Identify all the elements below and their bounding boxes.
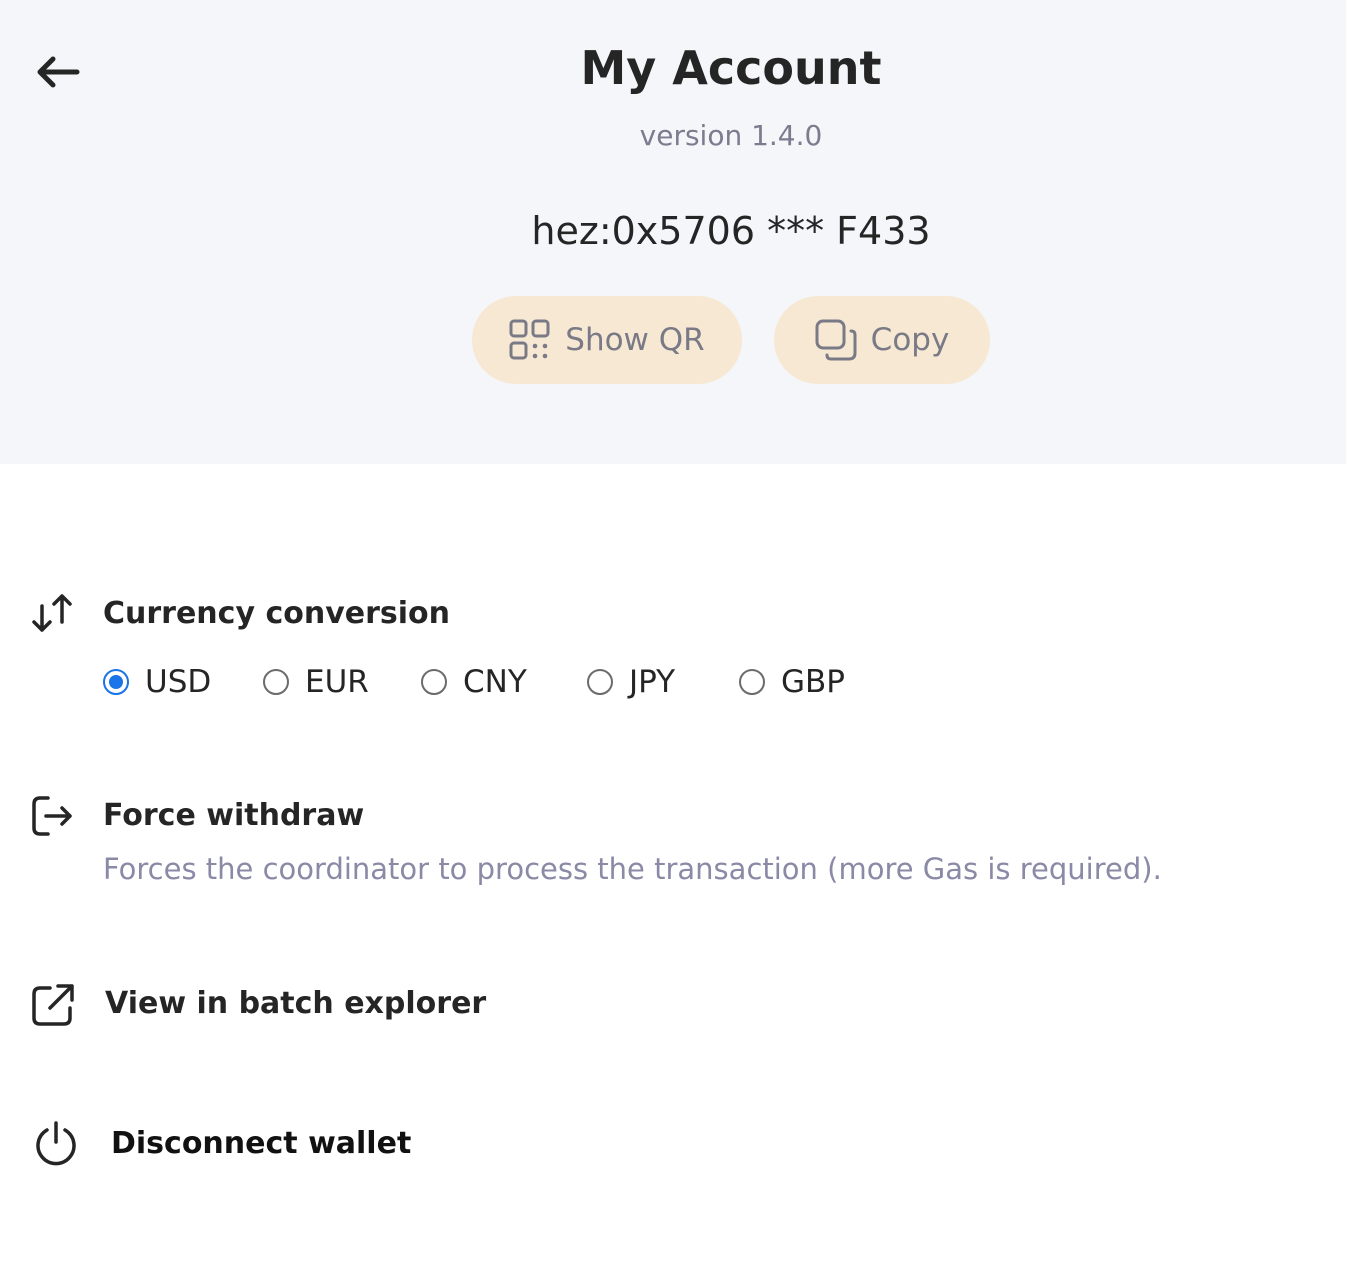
show-qr-label: Show QR bbox=[565, 322, 705, 358]
radio-jpy[interactable] bbox=[587, 669, 613, 695]
swap-arrows-icon bbox=[30, 592, 74, 636]
show-qr-button[interactable]: Show QR bbox=[472, 296, 742, 384]
currency-label-usd: USD bbox=[145, 664, 212, 700]
currency-label-eur: EUR bbox=[305, 664, 369, 700]
app-version: version 1.4.0 bbox=[639, 119, 823, 152]
view-batch-explorer-link[interactable]: View in batch explorer bbox=[105, 984, 486, 1024]
radio-eur[interactable] bbox=[263, 669, 289, 695]
qr-code-icon bbox=[509, 319, 550, 360]
currency-label-jpy: JPY bbox=[629, 664, 676, 700]
currency-option-cny[interactable]: CNY bbox=[421, 660, 587, 704]
currency-radio-group: USD EUR CNY JPY GBP bbox=[103, 660, 889, 704]
radio-gbp[interactable] bbox=[739, 669, 765, 695]
currency-option-usd[interactable]: USD bbox=[103, 660, 263, 704]
currency-label-gbp: GBP bbox=[781, 664, 845, 700]
page-title: My Account bbox=[580, 41, 882, 95]
currency-option-jpy[interactable]: JPY bbox=[587, 660, 739, 704]
radio-cny[interactable] bbox=[421, 669, 447, 695]
account-header: My Account version 1.4.0 hez:0x5706 *** … bbox=[0, 0, 1346, 464]
currency-option-eur[interactable]: EUR bbox=[263, 660, 421, 704]
force-withdraw-option[interactable]: Force withdraw bbox=[103, 796, 364, 836]
force-withdraw-description: Forces the coordinator to process the tr… bbox=[103, 852, 1162, 886]
exit-icon bbox=[30, 794, 76, 838]
disconnect-wallet-button[interactable]: Disconnect wallet bbox=[111, 1124, 411, 1164]
currency-conversion-title: Currency conversion bbox=[103, 596, 451, 631]
copy-button[interactable]: Copy bbox=[774, 296, 990, 384]
radio-usd[interactable] bbox=[103, 669, 129, 695]
power-icon bbox=[32, 1120, 80, 1168]
external-link-icon bbox=[30, 982, 76, 1028]
copy-label: Copy bbox=[870, 322, 950, 358]
copy-icon bbox=[815, 319, 857, 361]
currency-option-gbp[interactable]: GBP bbox=[739, 660, 889, 704]
currency-label-cny: CNY bbox=[463, 664, 527, 700]
wallet-address: hez:0x5706 *** F433 bbox=[531, 209, 931, 253]
